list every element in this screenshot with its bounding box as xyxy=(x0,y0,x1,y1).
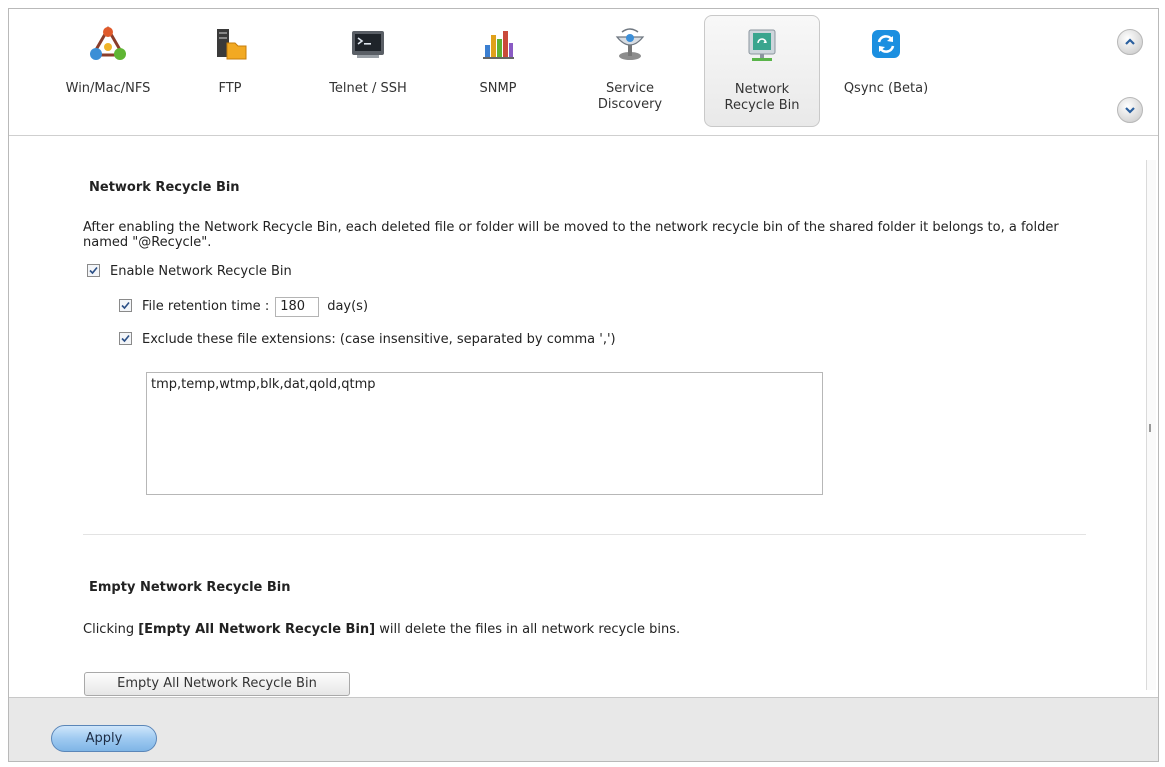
retention-unit: day(s) xyxy=(327,299,369,314)
retention-checkbox[interactable] xyxy=(119,299,132,312)
recycle-section-title: Network Recycle Bin xyxy=(89,180,240,195)
tab-ftp[interactable]: FTP xyxy=(185,15,275,127)
tab-telnet-ssh[interactable]: Telnet / SSH xyxy=(305,15,431,127)
vertical-scrollbar[interactable] xyxy=(1146,160,1156,690)
retention-days-input[interactable] xyxy=(275,296,320,317)
tab-service-discovery[interactable]: Service Discovery xyxy=(575,15,685,127)
terminal-icon xyxy=(352,31,384,58)
recycle-bin-icon xyxy=(748,29,776,61)
content-panel: Network Recycle Bin After enabling the N… xyxy=(9,136,1158,696)
settings-window: Win/Mac/NFS FTP Telnet / SSH SNMP Servic… xyxy=(8,8,1159,762)
exclude-extensions-label: Exclude these file extensions: (case ins… xyxy=(142,332,616,347)
tab-label: Service Discovery xyxy=(597,81,663,112)
enable-recycle-label: Enable Network Recycle Bin xyxy=(110,264,292,279)
checkmark-icon xyxy=(121,301,130,310)
retention-label: File retention time : xyxy=(142,299,270,314)
tab-label: FTP xyxy=(218,81,242,96)
tab-label: SNMP xyxy=(479,81,517,96)
recycle-description: After enabling the Network Recycle Bin, … xyxy=(83,220,1059,250)
section-divider xyxy=(83,534,1086,535)
empty-desc-prefix: Clicking xyxy=(83,622,139,637)
scroll-tabs-down-button[interactable] xyxy=(1117,97,1143,123)
tab-bar: Win/Mac/NFS FTP Telnet / SSH SNMP Servic… xyxy=(9,9,1158,136)
exclude-row: Exclude these file extensions: (case ins… xyxy=(119,331,616,349)
empty-all-recycle-bin-button[interactable]: Empty All Network Recycle Bin xyxy=(84,672,350,696)
service-discovery-icon xyxy=(615,28,645,60)
tab-snmp[interactable]: SNMP xyxy=(455,15,541,127)
chevron-down-icon xyxy=(1125,107,1135,114)
empty-description: Clicking [Empty All Network Recycle Bin]… xyxy=(83,622,1103,637)
snmp-chart-icon xyxy=(483,31,514,59)
tab-label: Win/Mac/NFS xyxy=(65,81,151,96)
tab-label: Qsync (Beta) xyxy=(843,81,929,96)
empty-desc-suffix: will delete the files in all network rec… xyxy=(375,622,681,637)
scroll-tabs-up-button[interactable] xyxy=(1117,29,1143,55)
scrollbar-grip[interactable] xyxy=(1149,424,1151,432)
retention-row: File retention time : day(s) xyxy=(119,296,368,318)
tab-network-recycle-bin[interactable]: Network Recycle Bin xyxy=(704,15,820,127)
empty-section-title: Empty Network Recycle Bin xyxy=(89,580,291,595)
chevron-up-icon xyxy=(1125,38,1135,45)
tab-label: Network Recycle Bin xyxy=(724,82,800,113)
empty-desc-bold: [Empty All Network Recycle Bin] xyxy=(138,622,376,637)
tab-label: Telnet / SSH xyxy=(329,81,407,96)
tab-qsync[interactable]: Qsync (Beta) xyxy=(827,15,945,127)
checkmark-icon xyxy=(121,334,130,343)
checkmark-icon xyxy=(89,266,98,275)
excluded-extensions-textarea[interactable]: tmp,temp,wtmp,blk,dat,qold,qtmp xyxy=(146,372,823,495)
apply-button[interactable]: Apply xyxy=(51,725,157,752)
exclude-extensions-checkbox[interactable] xyxy=(119,332,132,345)
qsync-icon xyxy=(872,30,900,58)
ftp-icon xyxy=(217,29,247,60)
enable-recycle-checkbox[interactable] xyxy=(87,264,100,277)
footer-bar: Apply xyxy=(9,697,1158,761)
tab-win-mac-nfs[interactable]: Win/Mac/NFS xyxy=(49,15,167,127)
enable-recycle-row: Enable Network Recycle Bin xyxy=(87,263,292,281)
win-mac-nfs-icon xyxy=(90,25,126,60)
